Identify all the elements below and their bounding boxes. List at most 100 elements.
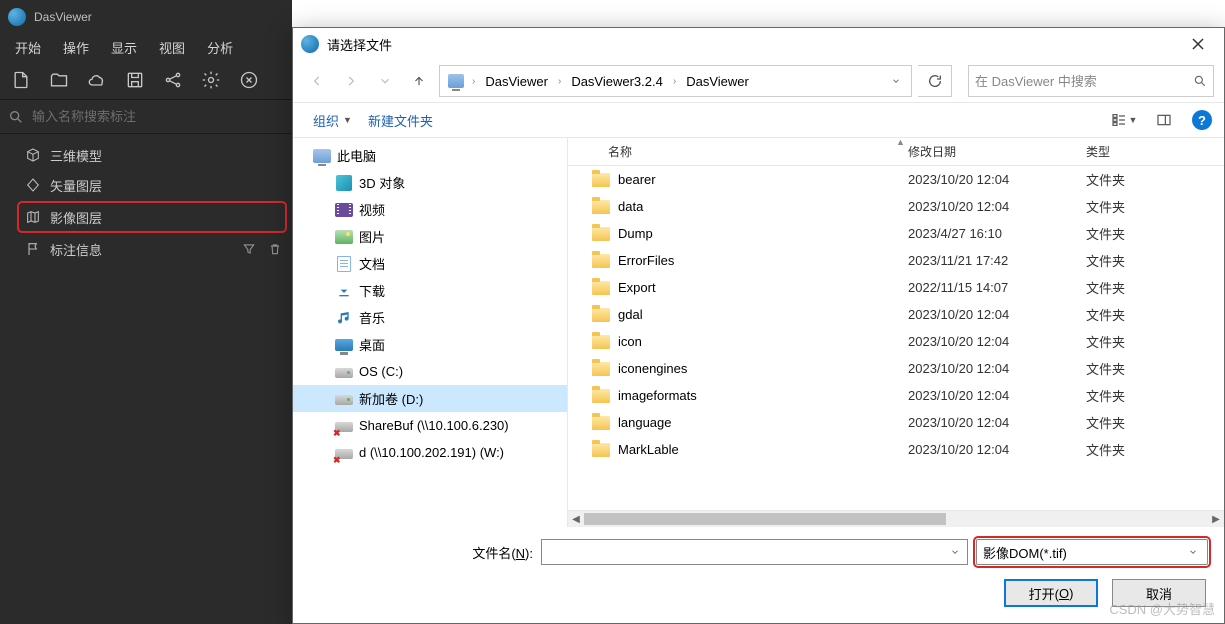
dialog-body: 此电脑 3D 对象视频图片文档下载音乐桌面 OS (C:) 新加卷 (D:)✖Shar… (293, 138, 1224, 527)
tree-item[interactable]: 3D 对象 (293, 169, 567, 196)
sidebar-item-actions (242, 242, 282, 256)
list-row[interactable]: Export 2022/11/15 14:07 文件夹 (568, 274, 1224, 301)
column-header-date[interactable]: 修改日期 (896, 138, 1074, 165)
tree-item[interactable]: 视频 (293, 196, 567, 223)
open-button[interactable]: 打开(O) (1004, 579, 1098, 607)
tree-item[interactable]: ✖d (\\10.100.202.191) (W:) (293, 439, 567, 466)
menu-operate[interactable]: 操作 (52, 34, 100, 61)
refresh-button[interactable] (918, 65, 952, 97)
list-row[interactable]: data 2023/10/20 12:04 文件夹 (568, 193, 1224, 220)
cell-type: 文件夹 (1074, 197, 1182, 216)
tree-item[interactable]: 图片 (293, 223, 567, 250)
toolbar-cloud-icon[interactable] (82, 65, 112, 95)
file-type-filter[interactable]: 影像DOM(*.tif) (976, 539, 1208, 565)
list-row[interactable]: imageformats 2023/10/20 12:04 文件夹 (568, 382, 1224, 409)
chevron-right-icon[interactable]: › (671, 76, 678, 87)
search-icon (8, 109, 24, 125)
tree-item[interactable]: OS (C:) (293, 358, 567, 385)
new-folder-button[interactable]: 新建文件夹 (360, 107, 441, 134)
nav-recent-dropdown[interactable] (371, 67, 399, 95)
tree-item[interactable]: 文档 (293, 250, 567, 277)
cell-type: 文件夹 (1074, 251, 1182, 270)
tree-item-label: OS (C:) (359, 364, 403, 379)
sidebar-item-label: 三维模型 (50, 146, 102, 165)
sidebar-search-input[interactable] (32, 109, 284, 124)
cancel-button[interactable]: 取消 (1112, 579, 1206, 607)
menu-view[interactable]: 视图 (148, 34, 196, 61)
filename-input-wrap (541, 539, 968, 565)
toolbar-file-icon[interactable] (6, 65, 36, 95)
breadcrumb-item[interactable]: DasViewer (680, 70, 755, 93)
toolbar-settings-icon[interactable] (196, 65, 226, 95)
list-row[interactable]: language 2023/10/20 12:04 文件夹 (568, 409, 1224, 436)
tree-item[interactable]: 音乐 (293, 304, 567, 331)
list-row[interactable]: gdal 2023/10/20 12:04 文件夹 (568, 301, 1224, 328)
sidebar-item-label: 标注信息 (50, 240, 102, 259)
horizontal-scrollbar[interactable]: ◀ ▶ (568, 510, 1224, 527)
tree-item[interactable]: ✖ShareBuf (\\10.100.6.230) (293, 412, 567, 439)
cell-name: imageformats (568, 388, 896, 403)
tree-item-label: 3D 对象 (359, 173, 405, 192)
trash-icon[interactable] (268, 242, 282, 256)
menu-display[interactable]: 显示 (100, 34, 148, 61)
toolbar-share-icon[interactable] (158, 65, 188, 95)
column-header-name[interactable]: 名称▲ (568, 138, 896, 165)
list-row[interactable]: icon 2023/10/20 12:04 文件夹 (568, 328, 1224, 355)
toolbar-close-icon[interactable] (234, 65, 264, 95)
view-mode-button[interactable]: ▼ (1106, 106, 1142, 134)
cell-date: 2023/10/20 12:04 (896, 415, 1074, 430)
folder-icon (592, 362, 610, 376)
dialog-search-input[interactable] (975, 74, 1193, 89)
scroll-left-icon[interactable]: ◀ (568, 511, 584, 527)
scroll-right-icon[interactable]: ▶ (1208, 511, 1224, 527)
filename-dropdown[interactable] (947, 547, 963, 557)
breadcrumb-item[interactable]: DasViewer (479, 70, 554, 93)
netdrive-x-icon: ✖ (335, 444, 353, 462)
preview-pane-button[interactable] (1146, 106, 1182, 134)
nav-forward-button[interactable] (337, 67, 365, 95)
cell-type: 文件夹 (1074, 413, 1182, 432)
tree-item[interactable]: 新加卷 (D:) (293, 385, 567, 412)
menu-analyze[interactable]: 分析 (196, 34, 244, 61)
sidebar-item-annotation[interactable]: 标注信息 (0, 234, 292, 264)
music-icon (335, 309, 353, 327)
filename-row: 文件名(N): 影像DOM(*.tif) (309, 539, 1208, 565)
tree-item[interactable]: 此电脑 (293, 142, 567, 169)
list-row[interactable]: ErrorFiles 2023/11/21 17:42 文件夹 (568, 247, 1224, 274)
sidebar-item-image-layer[interactable]: 影像图层 (18, 202, 286, 232)
close-button[interactable] (1178, 30, 1218, 58)
list-row[interactable]: iconengines 2023/10/20 12:04 文件夹 (568, 355, 1224, 382)
cell-type: 文件夹 (1074, 170, 1182, 189)
list-row[interactable]: Dump 2023/4/27 16:10 文件夹 (568, 220, 1224, 247)
cell-name: icon (568, 334, 896, 349)
help-button[interactable]: ? (1192, 110, 1212, 130)
tree-item[interactable]: 下载 (293, 277, 567, 304)
toolbar-save-icon[interactable] (120, 65, 150, 95)
breadcrumb-dropdown[interactable] (885, 66, 907, 96)
nav-up-button[interactable] (405, 67, 433, 95)
diamond-icon (24, 176, 42, 194)
breadcrumb-bar[interactable]: › DasViewer › DasViewer3.2.4 › DasViewer (439, 65, 912, 97)
scrollbar-thumb[interactable] (584, 513, 946, 525)
list-row[interactable]: MarkLable 2023/10/20 12:04 文件夹 (568, 436, 1224, 463)
toolbar-folder-icon[interactable] (44, 65, 74, 95)
filter-icon[interactable] (242, 242, 256, 256)
filename-input[interactable] (546, 545, 947, 560)
tree-item-label: 视频 (359, 200, 385, 219)
organize-button[interactable]: 组织 ▼ (305, 107, 360, 134)
list-row[interactable]: bearer 2023/10/20 12:04 文件夹 (568, 166, 1224, 193)
column-header-type[interactable]: 类型 (1074, 138, 1182, 165)
dialog-footer: 文件名(N): 影像DOM(*.tif) 打开(O) 取消 (293, 527, 1224, 623)
sidebar-item-vector-layer[interactable]: 矢量图层 (0, 170, 292, 200)
tree-item[interactable]: 桌面 (293, 331, 567, 358)
folder-icon (592, 200, 610, 214)
dialog-titlebar: 请选择文件 (293, 28, 1224, 60)
chevron-right-icon[interactable]: › (470, 76, 477, 87)
cell-type: 文件夹 (1074, 278, 1182, 297)
menu-start[interactable]: 开始 (4, 34, 52, 61)
nav-back-button[interactable] (303, 67, 331, 95)
breadcrumb-item[interactable]: DasViewer3.2.4 (565, 70, 669, 93)
video-icon (335, 201, 353, 219)
sidebar-item-3d-model[interactable]: 三维模型 (0, 140, 292, 170)
chevron-right-icon[interactable]: › (556, 76, 563, 87)
